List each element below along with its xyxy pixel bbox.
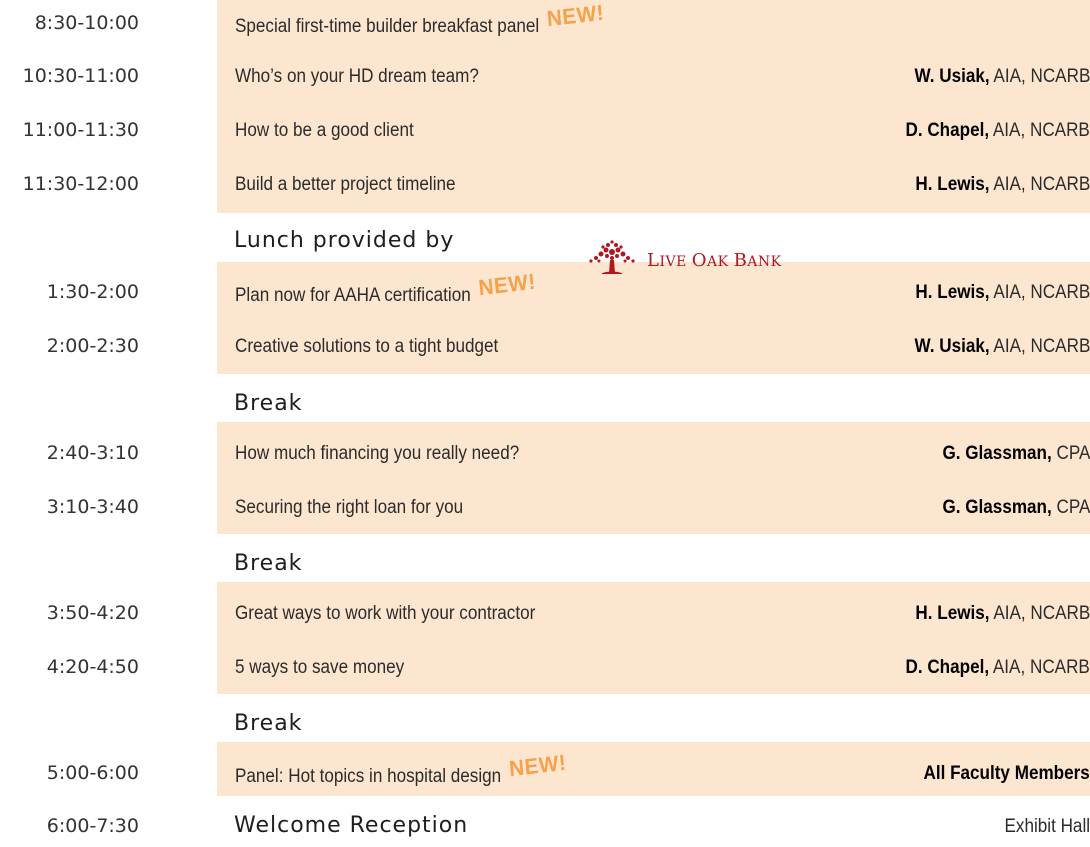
break-heading: Break (234, 391, 303, 416)
session-time: 3:10-3:40 (46, 496, 139, 518)
session-time: 2:40-3:10 (46, 442, 139, 464)
reception-location: Exhibit Hall (1004, 816, 1090, 837)
session-topic: How much financing you really need? (235, 443, 520, 464)
speaker-name: H. Lewis, (915, 174, 990, 195)
speaker-credentials: AIA, NCARB (989, 174, 1090, 195)
session-speaker: D. Chapel, AIA, NCARB (906, 121, 1090, 140)
session-block-midday (217, 262, 1090, 374)
session-speaker: H. Lewis, AIA, NCARB (915, 175, 1090, 194)
speaker-credentials: AIA, NCARB (989, 603, 1090, 624)
speaker-name: G. Glassman, (942, 497, 1052, 518)
session-speaker: H. Lewis, AIA, NCARB (915, 283, 1090, 302)
session-topic: Securing the right loan for you (235, 497, 464, 518)
session-time: 11:30-12:00 (22, 173, 139, 195)
session-speaker: G. Glassman, CPA (942, 444, 1090, 463)
session-time: 8:30-10:00 (34, 12, 139, 34)
session-topic: Creative solutions to a tight budget (235, 336, 499, 357)
session-time: 3:50-4:20 (46, 602, 139, 624)
session-speaker: D. Chapel, AIA, NCARB (906, 658, 1090, 677)
session-speaker: W. Usiak, AIA, NCARB (914, 337, 1090, 356)
speaker-credentials: AIA, NCARB (989, 66, 1090, 87)
speaker-name: D. Chapel, (905, 657, 990, 678)
speaker-credentials: AIA, NCARB (989, 657, 1090, 678)
new-badge: NEW! (477, 268, 537, 301)
live-oak-bank-wordmark: LIVE OAK BANK (647, 250, 782, 271)
session-topic: Panel: Hot topics in hospital design NEW! (235, 749, 568, 787)
session-topic: Build a better project timeline (235, 174, 456, 195)
session-topic: Great ways to work with your contractor (235, 603, 536, 624)
session-speaker: W. Usiak, AIA, NCARB (914, 67, 1090, 86)
speaker-credentials: CPA (1051, 497, 1090, 518)
session-speaker: H. Lewis, AIA, NCARB (915, 604, 1090, 623)
session-speaker: G. Glassman, CPA (942, 498, 1090, 517)
live-oak-bank-logo: LIVE OAK BANK (582, 240, 822, 276)
session-time: 4:20-4:50 (46, 656, 139, 678)
session-topic: 5 ways to save money (235, 657, 405, 678)
lunch-heading: Lunch provided by (234, 228, 455, 253)
session-topic: Who’s on your HD dream team? (235, 66, 479, 87)
speaker-name: All Faculty Members (923, 763, 1090, 784)
speaker-name: H. Lewis, (915, 282, 990, 303)
session-time: 1:30-2:00 (46, 281, 139, 303)
speaker-credentials: AIA, NCARB (989, 282, 1090, 303)
session-time: 11:00-11:30 (22, 119, 139, 141)
speaker-name: W. Usiak, (914, 336, 990, 357)
new-badge: NEW! (545, 0, 606, 32)
session-speaker: All Faculty Members (924, 764, 1090, 783)
session-topic: Special first-time builder breakfast pan… (235, 0, 606, 37)
speaker-name: G. Glassman, (942, 443, 1052, 464)
session-time: 10:30-11:00 (22, 65, 139, 87)
oak-tree-icon (589, 240, 635, 274)
break-heading: Break (234, 551, 303, 576)
reception-title: Welcome Reception (234, 813, 469, 838)
speaker-name: H. Lewis, (915, 603, 990, 624)
break-heading: Break (234, 711, 303, 736)
speaker-credentials: AIA, NCARB (989, 120, 1090, 141)
speaker-credentials: CPA (1051, 443, 1090, 464)
session-time: 5:00-6:00 (46, 762, 139, 784)
speaker-name: W. Usiak, (914, 66, 990, 87)
speaker-credentials: AIA, NCARB (989, 336, 1090, 357)
new-badge: NEW! (507, 749, 568, 782)
session-topic: Plan now for AAHA certification NEW! (235, 268, 537, 306)
session-time: 2:00-2:30 (46, 335, 139, 357)
speaker-name: D. Chapel, (905, 120, 990, 141)
reception-time: 6:00-7:30 (46, 815, 139, 837)
session-topic: How to be a good client (235, 120, 414, 141)
